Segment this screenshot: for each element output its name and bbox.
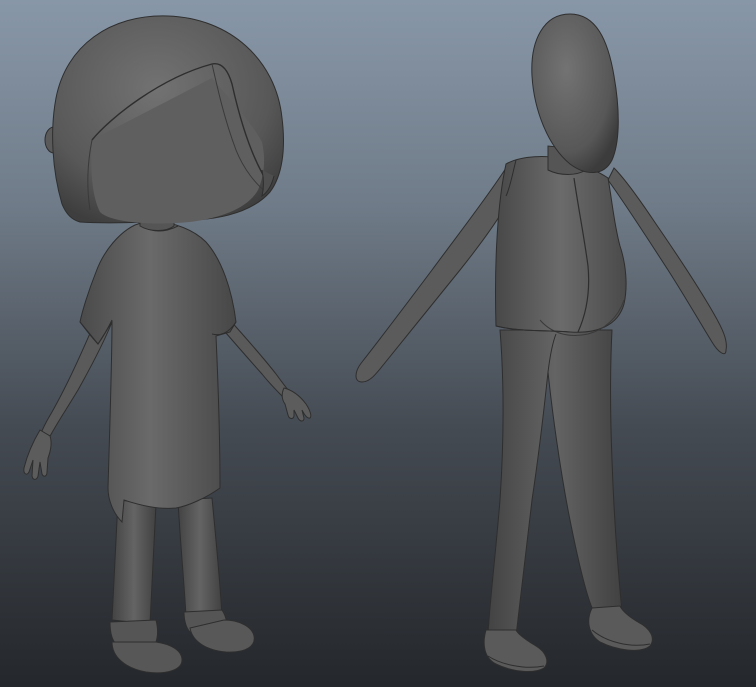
- girl-left-shoe[interactable]: [111, 641, 183, 674]
- man-model[interactable]: [355, 13, 727, 672]
- girl-dress[interactable]: [79, 219, 237, 524]
- girl-right-hand[interactable]: [281, 387, 312, 422]
- man-head[interactable]: [531, 13, 619, 173]
- man-right-arm[interactable]: [607, 167, 727, 355]
- man-left-shoe[interactable]: [483, 629, 548, 672]
- man-vest[interactable]: [494, 156, 627, 333]
- scene-render[interactable]: [0, 0, 756, 687]
- 3d-viewport[interactable]: [0, 0, 756, 687]
- girl-right-leg[interactable]: [177, 497, 223, 617]
- girl-model[interactable]: [23, 15, 312, 674]
- man-left-leg[interactable]: [487, 329, 623, 637]
- man-left-arm[interactable]: [355, 166, 517, 383]
- girl-left-hand[interactable]: [23, 429, 52, 480]
- girl-left-cuff[interactable]: [109, 619, 158, 645]
